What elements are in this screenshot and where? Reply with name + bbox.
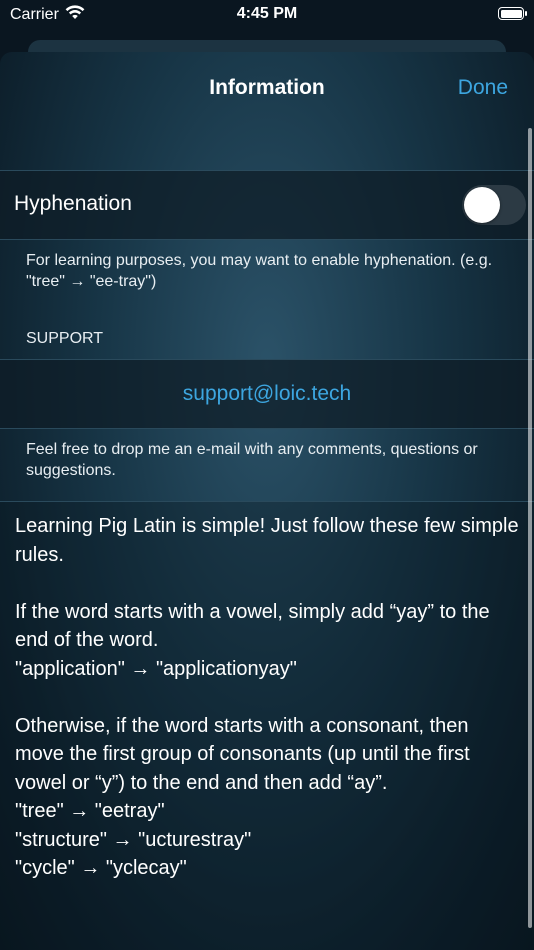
support-footer: Feel free to drop me an e-mail with any … [26, 441, 478, 479]
carrier-label: Carrier [10, 6, 59, 23]
rules-text: Learning Pig Latin is simple! Just follo… [15, 515, 519, 879]
battery-nub [525, 11, 527, 16]
wifi-icon [65, 5, 85, 25]
hyphenation-toggle[interactable] [462, 185, 526, 225]
toggle-knob [464, 187, 500, 223]
nav-bar: Information Done [0, 52, 534, 124]
hyphenation-label: Hyphenation [14, 192, 132, 215]
scrollbar[interactable] [528, 128, 532, 928]
done-button[interactable]: Done [458, 76, 508, 100]
support-row[interactable]: support@loic.tech [0, 359, 534, 429]
support-section-header: SUPPORT [26, 330, 104, 347]
rules-section: Learning Pig Latin is simple! Just follo… [0, 501, 534, 950]
status-left: Carrier [0, 5, 85, 25]
status-bar: Carrier 4:45 PM [0, 0, 534, 30]
hyphenation-row: Hyphenation [0, 170, 534, 240]
battery-icon [498, 7, 527, 20]
battery-fill [500, 9, 522, 18]
hyphenation-footer: For learning purposes, you may want to e… [26, 252, 493, 290]
support-email-link[interactable]: support@loic.tech [0, 382, 534, 406]
information-sheet: Information Done Hyphenation For learnin… [0, 52, 534, 950]
page-title: Information [209, 76, 325, 99]
